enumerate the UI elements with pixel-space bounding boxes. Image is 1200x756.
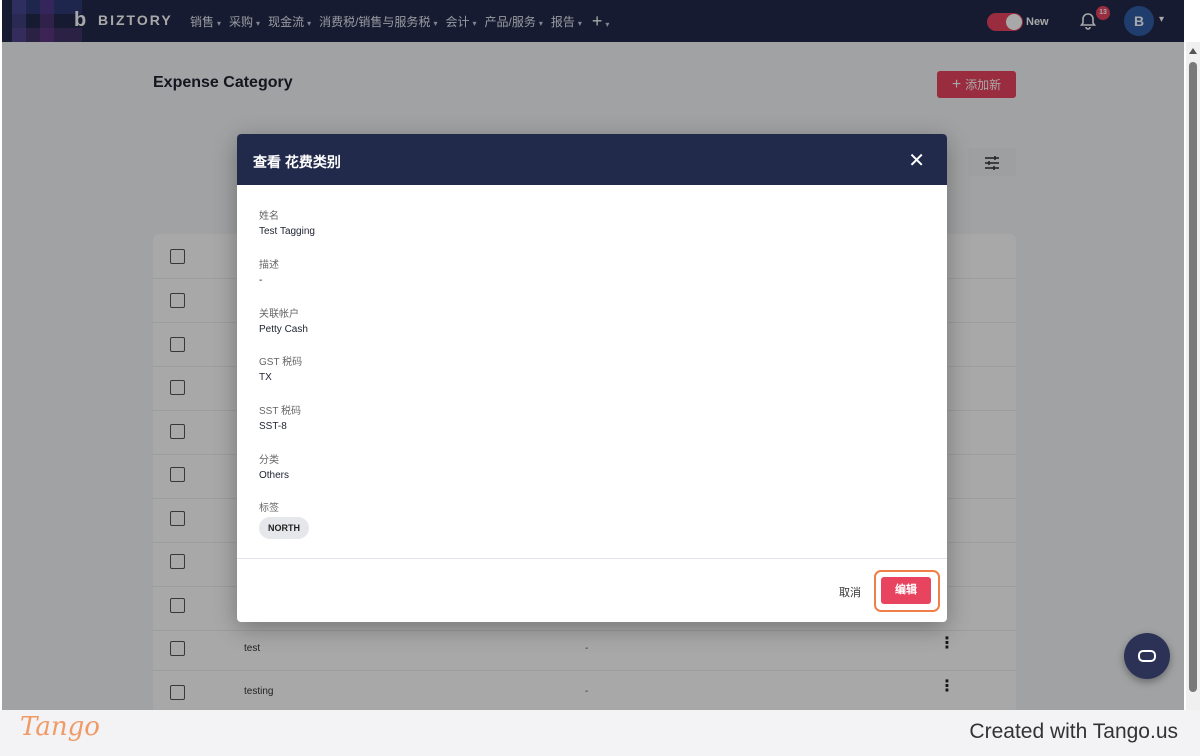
field-gst-code: GST 税码 TX xyxy=(259,353,302,383)
close-icon[interactable]: ✕ xyxy=(908,148,925,173)
scroll-up-icon[interactable] xyxy=(1189,48,1197,54)
field-label: SST 税码 xyxy=(259,406,302,417)
cancel-button[interactable]: 取消 xyxy=(839,584,861,600)
field-value: Others xyxy=(259,470,290,481)
edit-button-highlight: 编辑 xyxy=(874,570,940,612)
field-linked-account: 关联帐户 Petty Cash xyxy=(259,305,308,335)
field-label: 描述 xyxy=(259,260,279,271)
view-expense-category-dialog: 查看 花费类别 ✕ 姓名 Test Tagging 描述 - 关联帐户 Pett… xyxy=(237,134,947,622)
edit-button[interactable]: 编辑 xyxy=(881,577,931,604)
field-value: SST-8 xyxy=(259,421,287,432)
field-value: TX xyxy=(259,372,272,383)
field-label: 分类 xyxy=(259,455,279,466)
tag-chip: NORTH xyxy=(259,517,309,539)
field-value: Petty Cash xyxy=(259,324,308,335)
dialog-title: 查看 花费类别 xyxy=(253,154,341,170)
field-tags: 标签 NORTH xyxy=(259,499,309,539)
field-value: Test Tagging xyxy=(259,226,315,237)
tango-logo: Tango xyxy=(20,712,100,742)
scroll-thumb[interactable] xyxy=(1189,62,1197,692)
app-window: b BIZTORY 销售 ▾ 采购 ▾ 现金流 ▾ 消费税/销售与服务税 ▾ 会计 ▾ 产… xyxy=(2,0,1184,710)
field-label: 关联帐户 xyxy=(259,309,299,320)
divider xyxy=(237,558,947,559)
created-with-text: Created with Tango.us xyxy=(969,720,1178,743)
field-label: 姓名 xyxy=(259,211,279,222)
scrollbar[interactable] xyxy=(1186,42,1200,710)
chat-launcher[interactable] xyxy=(1124,633,1170,679)
field-value: - xyxy=(259,275,263,286)
field-label: 标签 xyxy=(259,503,279,514)
field-category: 分类 Others xyxy=(259,451,289,481)
dialog-header: 查看 花费类别 ✕ xyxy=(237,134,947,185)
field-label: GST 税码 xyxy=(259,357,303,368)
chat-icon xyxy=(1138,650,1156,662)
field-name: 姓名 Test Tagging xyxy=(259,207,315,237)
field-description: 描述 - xyxy=(259,256,279,286)
field-sst-code: SST 税码 SST-8 xyxy=(259,402,301,432)
